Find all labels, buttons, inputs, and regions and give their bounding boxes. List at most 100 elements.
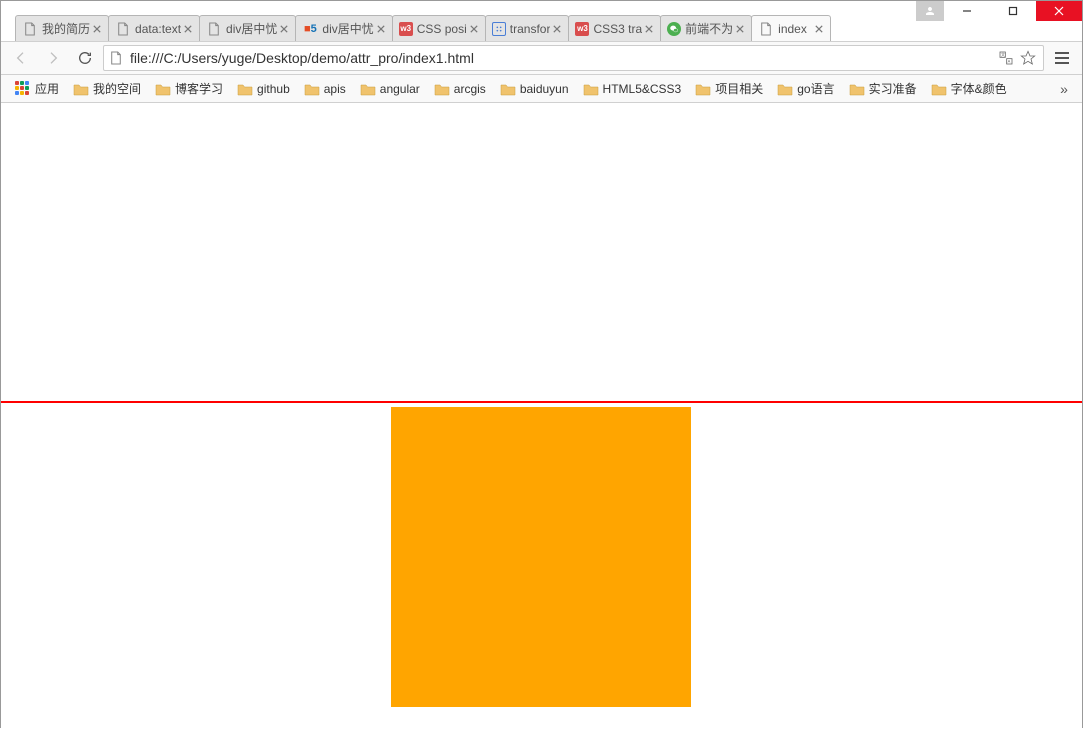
bookmark-label: 博客学习 xyxy=(175,80,223,97)
forward-button[interactable] xyxy=(39,44,67,72)
svg-text:A: A xyxy=(1008,59,1011,64)
bookmark-folder-10[interactable]: 实习准备 xyxy=(843,77,923,100)
bookmark-folder-1[interactable]: 博客学习 xyxy=(149,77,229,100)
tab-title: data:text xyxy=(135,22,181,36)
nav-toolbar: 文A xyxy=(1,41,1082,75)
close-icon xyxy=(280,25,288,33)
minimize-icon xyxy=(962,6,972,16)
tab-8[interactable]: index xyxy=(751,15,831,41)
folder-icon xyxy=(500,82,516,96)
maximize-button[interactable] xyxy=(990,1,1036,21)
tab-3[interactable]: ■5div居中忧 xyxy=(295,15,392,41)
folder-icon xyxy=(583,82,599,96)
bookmark-button[interactable] xyxy=(1019,49,1037,67)
bookmarks-overflow-button[interactable]: » xyxy=(1054,81,1074,97)
bookmark-label: 项目相关 xyxy=(715,80,763,97)
tab-1[interactable]: data:text xyxy=(108,15,200,41)
file-icon xyxy=(22,21,38,37)
close-icon xyxy=(184,25,192,33)
bookmark-folder-7[interactable]: HTML5&CSS3 xyxy=(577,79,688,99)
minimize-button[interactable] xyxy=(944,1,990,21)
folder-icon xyxy=(237,82,253,96)
bookmark-folder-0[interactable]: 我的空间 xyxy=(67,77,147,100)
tab-close-button[interactable] xyxy=(181,22,195,36)
tab-close-button[interactable] xyxy=(90,22,104,36)
close-icon xyxy=(736,25,744,33)
tab-close-button[interactable] xyxy=(467,22,481,36)
red-horizontal-line xyxy=(1,401,1082,403)
bookmark-folder-5[interactable]: arcgis xyxy=(428,79,492,99)
close-icon xyxy=(645,25,653,33)
tab-title: 我的简历 xyxy=(42,20,90,37)
hamburger-icon xyxy=(1054,52,1070,64)
tab-2[interactable]: div居中忧 xyxy=(199,15,296,41)
tab-close-button[interactable] xyxy=(812,22,826,36)
bookmark-label: 实习准备 xyxy=(869,80,917,97)
back-button[interactable] xyxy=(7,44,35,72)
html5-icon: ■5 xyxy=(302,21,318,37)
bookmark-label: apis xyxy=(324,82,346,96)
window-titlebar xyxy=(1,1,1082,13)
apps-label: 应用 xyxy=(35,80,59,97)
wechat-icon xyxy=(667,22,681,36)
omnibox[interactable]: 文A xyxy=(103,45,1044,71)
file-icon xyxy=(110,51,124,65)
folder-icon xyxy=(931,82,947,96)
close-icon xyxy=(815,25,823,33)
menu-button[interactable] xyxy=(1048,44,1076,72)
apps-shortcut[interactable]: 应用 xyxy=(9,77,65,100)
folder-icon xyxy=(73,82,89,96)
chevron-right-icon: » xyxy=(1060,81,1068,97)
tab-close-button[interactable] xyxy=(642,22,656,36)
folder-icon xyxy=(849,82,865,96)
tab-4[interactable]: w3CSS posi xyxy=(392,15,486,41)
arrow-left-icon xyxy=(13,50,29,66)
tab-close-button[interactable] xyxy=(550,22,564,36)
bookmark-label: arcgis xyxy=(454,82,486,96)
bookmark-folder-9[interactable]: go语言 xyxy=(771,77,840,100)
folder-icon xyxy=(695,82,711,96)
close-icon xyxy=(377,25,385,33)
translate-icon: 文A xyxy=(998,50,1014,66)
page-viewport xyxy=(1,103,1082,729)
tab-close-button[interactable] xyxy=(277,22,291,36)
folder-icon xyxy=(304,82,320,96)
close-icon xyxy=(93,25,101,33)
folder-icon xyxy=(777,82,793,96)
bookmark-folder-2[interactable]: github xyxy=(231,79,296,99)
bookmark-label: HTML5&CSS3 xyxy=(603,82,682,96)
bookmark-folder-4[interactable]: angular xyxy=(354,79,426,99)
bookmark-folder-8[interactable]: 项目相关 xyxy=(689,77,769,100)
bookmark-folder-11[interactable]: 字体&颜色 xyxy=(925,77,1013,100)
tab-6[interactable]: w3CSS3 tra xyxy=(568,15,661,41)
translate-button[interactable]: 文A xyxy=(997,49,1015,67)
bookmark-folder-3[interactable]: apis xyxy=(298,79,352,99)
bookmark-label: 我的空间 xyxy=(93,80,141,97)
tab-7[interactable]: 前端不为 xyxy=(660,15,752,41)
baidu-icon xyxy=(492,22,506,36)
tab-title: transfor xyxy=(510,22,551,36)
file-icon xyxy=(206,21,222,37)
close-icon xyxy=(470,25,478,33)
close-icon xyxy=(553,25,561,33)
tab-5[interactable]: transfor xyxy=(485,15,570,41)
profile-button[interactable] xyxy=(916,1,944,21)
arrow-right-icon xyxy=(45,50,61,66)
tab-title: CSS3 tra xyxy=(593,22,642,36)
file-icon xyxy=(758,21,774,37)
reload-button[interactable] xyxy=(71,44,99,72)
tab-close-button[interactable] xyxy=(374,22,388,36)
w3-icon: w3 xyxy=(399,22,413,36)
user-icon xyxy=(924,5,936,17)
tab-title: index xyxy=(778,22,812,36)
bookmark-label: go语言 xyxy=(797,80,834,97)
tab-close-button[interactable] xyxy=(733,22,747,36)
apps-icon xyxy=(15,81,31,97)
url-input[interactable] xyxy=(130,50,991,66)
close-button[interactable] xyxy=(1036,1,1082,21)
tab-0[interactable]: 我的简历 xyxy=(15,15,109,41)
bookmark-folder-6[interactable]: baiduyun xyxy=(494,79,575,99)
bookmark-label: 字体&颜色 xyxy=(951,80,1007,97)
orange-square xyxy=(391,407,691,707)
bookmark-label: baiduyun xyxy=(520,82,569,96)
